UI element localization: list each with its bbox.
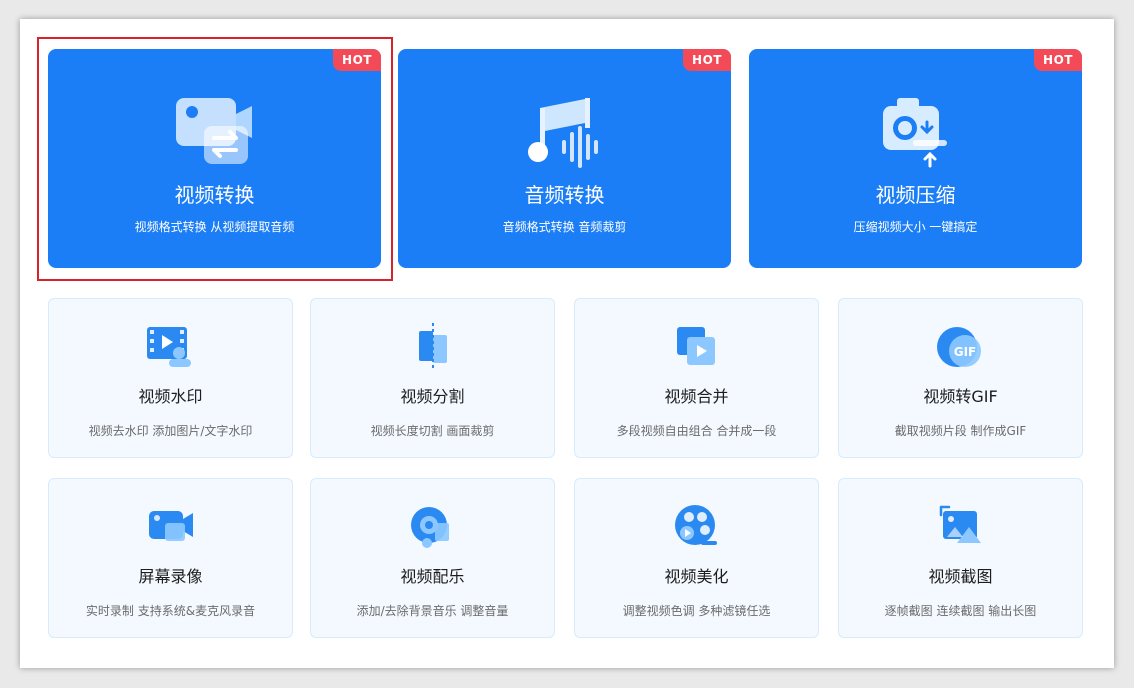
feature-card-audio-convert[interactable]: HOT 音频转换 音频格式转换 音频裁剪 <box>398 49 731 268</box>
feature-card-video-convert[interactable]: HOT 视频转换 视频格式转换 从视频提取音频 <box>48 49 381 268</box>
hot-badge: HOT <box>1034 49 1082 71</box>
feature-desc: 压缩视频大小 一键搞定 <box>853 220 978 234</box>
video-music-icon <box>410 507 449 548</box>
feature-desc: 音频格式转换 音频裁剪 <box>502 220 627 234</box>
tool-desc: 实时录制 支持系统&麦克风录音 <box>85 604 256 618</box>
tool-desc: 视频去水印 添加图片/文字水印 <box>88 424 253 438</box>
tool-card-screen-record[interactable]: 屏幕录像 实时录制 支持系统&麦克风录音 <box>48 478 293 638</box>
tool-card-video-merge[interactable]: 视频合并 多段视频自由组合 合并成一段 <box>574 298 819 458</box>
video-merge-icon <box>676 327 715 365</box>
tool-title: 视频分割 <box>400 387 465 406</box>
tool-title: 视频水印 <box>138 387 203 406</box>
video-convert-icon <box>175 98 252 164</box>
feature-title: 视频转换 <box>174 183 255 207</box>
feature-title: 视频压缩 <box>875 183 956 207</box>
app-window: HOT 视频转换 视频格式转换 从视频提取音频 HOT 音频转换 音频格式转换 … <box>20 19 1114 668</box>
video-split-icon <box>418 323 447 371</box>
tool-title: 视频截图 <box>928 567 993 586</box>
tool-desc: 逐帧截图 连续截图 输出长图 <box>884 604 1037 618</box>
feature-desc: 视频格式转换 从视频提取音频 <box>134 220 295 234</box>
tool-card-video-screenshot[interactable]: 视频截图 逐帧截图 连续截图 输出长图 <box>838 478 1083 638</box>
hot-badge: HOT <box>333 49 381 71</box>
video-compress-icon <box>882 98 947 168</box>
tool-title: 视频合并 <box>664 387 729 406</box>
tool-card-video-beautify[interactable]: 视频美化 调整视频色调 多种滤镜任选 <box>574 478 819 638</box>
hot-badge: HOT <box>683 49 731 71</box>
video-beautify-icon <box>674 505 717 545</box>
tool-desc: 截取视频片段 制作成GIF <box>894 424 1027 438</box>
tool-title: 视频转GIF <box>923 387 998 406</box>
tool-desc: 添加/去除背景音乐 调整音量 <box>356 604 509 618</box>
tool-desc: 调整视频色调 多种滤镜任选 <box>622 604 771 618</box>
tool-card-video-to-gif[interactable]: GIF 视频转GIF 截取视频片段 制作成GIF <box>838 298 1083 458</box>
video-to-gif-icon: GIF <box>936 327 981 367</box>
tool-title: 视频配乐 <box>400 567 465 586</box>
audio-convert-icon <box>527 98 598 168</box>
tool-card-video-music[interactable]: 视频配乐 添加/去除背景音乐 调整音量 <box>310 478 555 638</box>
feature-title: 音频转换 <box>524 183 605 207</box>
tool-title: 视频美化 <box>664 567 729 586</box>
tool-desc: 多段视频自由组合 合并成一段 <box>616 424 777 438</box>
video-watermark-icon <box>146 327 191 367</box>
tool-card-video-split[interactable]: 视频分割 视频长度切割 画面裁剪 <box>310 298 555 458</box>
feature-card-video-compress[interactable]: HOT 视频压缩 压缩视频大小 一键搞定 <box>749 49 1082 268</box>
video-screenshot-icon <box>939 505 981 543</box>
screen-record-icon <box>148 511 193 541</box>
tool-title: 屏幕录像 <box>138 567 203 586</box>
tool-card-video-watermark[interactable]: 视频水印 视频去水印 添加图片/文字水印 <box>48 298 293 458</box>
tool-desc: 视频长度切割 画面裁剪 <box>370 424 495 438</box>
gif-icon-text: GIF <box>953 345 976 359</box>
